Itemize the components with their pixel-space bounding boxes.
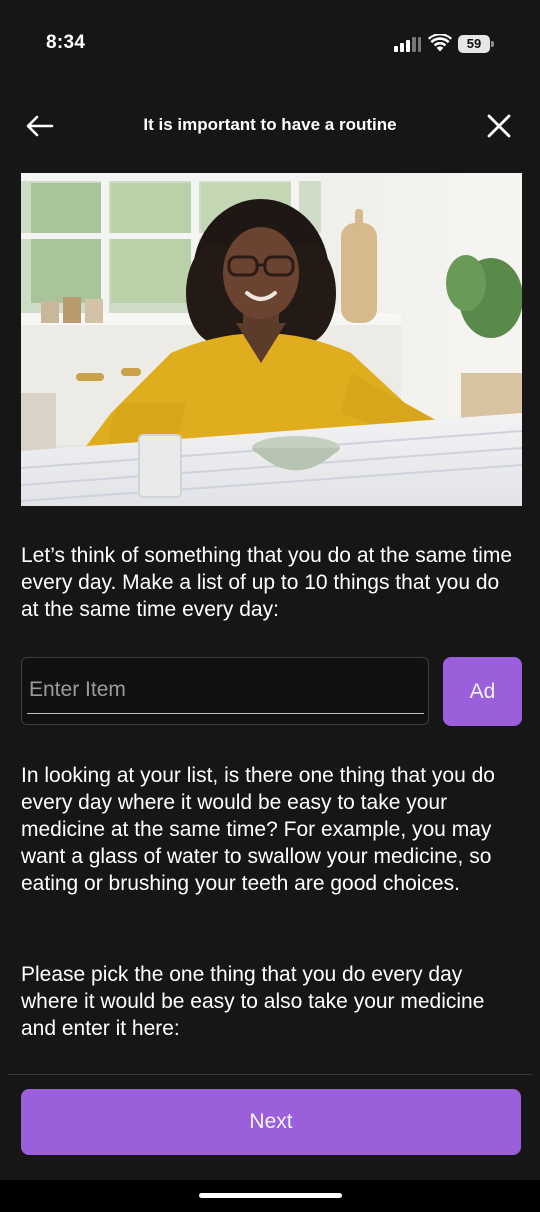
footer-divider [8,1074,532,1075]
instruction-text: Please pick the one thing that you do ev… [21,963,485,1040]
wifi-icon [428,34,452,52]
signal-icon [394,36,422,52]
close-icon [487,114,511,138]
question-text: In looking at your list, is there one th… [21,764,495,895]
status-bar: 8:34 59 [0,0,540,90]
home-indicator[interactable] [199,1193,342,1198]
page-title: It is important to have a routine [143,115,397,134]
battery-icon: 59 [458,35,494,53]
next-button[interactable]: Next [21,1089,521,1155]
battery-level: 59 [458,35,490,53]
item-input[interactable] [27,666,424,714]
hero-photo [21,173,522,506]
intro-text: Let’s think of something that you do at … [21,544,513,621]
back-button[interactable] [22,110,58,142]
nav-header: It is important to have a routine [0,100,540,152]
close-button[interactable] [482,109,516,143]
status-time: 8:34 [46,32,86,53]
add-item-button[interactable]: Ad [443,657,522,726]
arrow-left-icon [26,115,54,137]
screen: 8:34 59 It is important to have a routin… [0,0,540,1212]
item-input-box [21,657,429,725]
woman-at-table-photo [21,173,522,506]
